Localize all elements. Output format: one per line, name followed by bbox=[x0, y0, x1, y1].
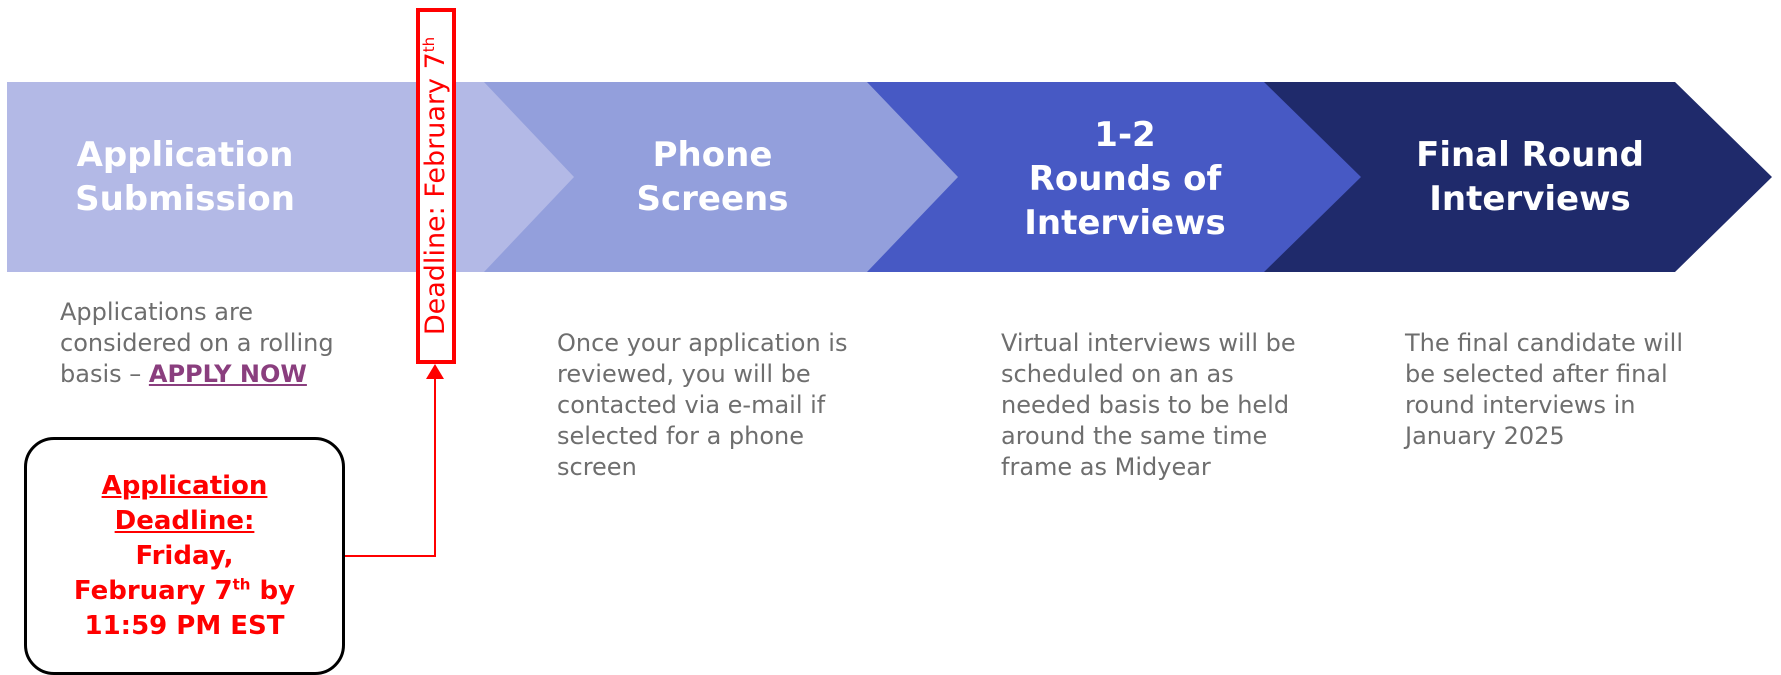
deadline-heading-line-1: Application bbox=[101, 470, 268, 501]
application-deadline-callout: Application Deadline: Friday, February 7… bbox=[24, 437, 345, 675]
deadline-day: Friday, bbox=[135, 540, 234, 571]
deadline-marker-label: Deadline: February 7th bbox=[420, 36, 451, 336]
apply-now-link[interactable]: APPLY NOW bbox=[149, 360, 307, 388]
deadline-marker: Deadline: February 7th bbox=[416, 8, 456, 364]
deadline-heading-line-2: Deadline: bbox=[114, 505, 255, 536]
final-round-description: The final candidate will be selected aft… bbox=[1405, 329, 1683, 450]
stage-title-rounds: 1-2 Rounds of Interviews bbox=[1024, 115, 1226, 243]
application-description: Applications are considered on a rolling… bbox=[60, 298, 334, 388]
stage-title-final: Final Round Interviews bbox=[1416, 135, 1644, 219]
phone-screens-description: Once your application is reviewed, you w… bbox=[557, 329, 848, 481]
deadline-connector-line bbox=[345, 379, 436, 557]
deadline-time: 11:59 PM EST bbox=[84, 610, 285, 641]
stage-title-application: Application Submission bbox=[75, 135, 295, 219]
rounds-description: Virtual interviews will be scheduled on … bbox=[1001, 329, 1296, 481]
deadline-date: February 7th by bbox=[73, 574, 296, 606]
deadline-connector-arrowhead bbox=[426, 364, 444, 379]
stage-title-phone: Phone Screens bbox=[636, 135, 789, 219]
